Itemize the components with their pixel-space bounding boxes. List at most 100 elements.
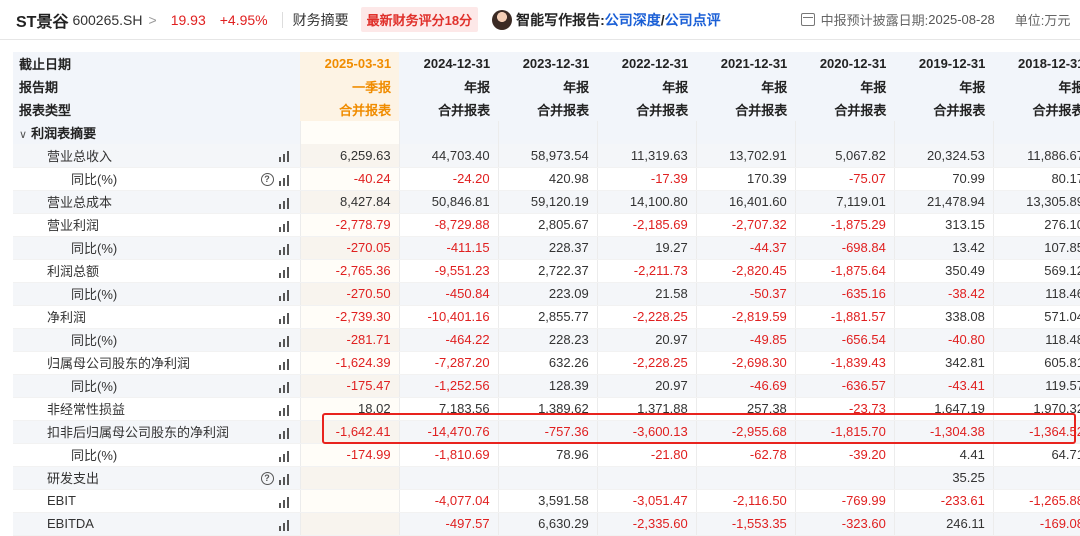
stock-name[interactable]: ST景谷 [16, 8, 68, 32]
table-row: 扣非后归属母公司股东的净利润 -1,642.41 -14,470.76 -757.36… [13, 420, 1080, 444]
table-row: 净利润 -2,739.30 -10,401.16 2,855.77 -2,228.25-… [13, 305, 1080, 329]
chevron-down-icon[interactable]: ∨ [19, 128, 27, 141]
value-cell: -40.24 [300, 167, 400, 191]
row-label: 利润总额 [47, 264, 100, 279]
tab-financial-summary[interactable]: 财务摘要 [293, 10, 349, 30]
value-cell: 276.10 [993, 213, 1080, 237]
chevron-right-icon[interactable]: > [149, 12, 157, 28]
table-row: 利润总额 -2,765.36 -9,551.23 2,722.37 -2,211.73-… [13, 259, 1080, 283]
stock-price: 19.93 [170, 11, 206, 28]
row-label: 营业总成本 [47, 195, 113, 210]
financial-score-badge[interactable]: 最新财务评分18分 [360, 7, 479, 32]
disclosure-date: 2025-08-28 [928, 12, 995, 27]
value-cell: 14,100.80 [597, 190, 697, 214]
table-row: 同比(%)? -40.24 -24.20 420.98 -17.39 170.39 -75.… [13, 167, 1080, 191]
value-cell: 605.81 [993, 351, 1080, 375]
value-cell: -2,211.73 [597, 259, 697, 283]
value-cell: -3,600.13 [597, 420, 697, 444]
bar-chart-icon[interactable] [278, 473, 291, 485]
bar-chart-icon[interactable] [278, 450, 291, 462]
value-cell: 313.15 [894, 213, 994, 237]
value-cell: 7,183.56 [399, 397, 499, 421]
bar-chart-icon[interactable] [278, 358, 291, 370]
bar-chart-icon[interactable] [278, 335, 291, 347]
bar-chart-icon[interactable] [278, 312, 291, 324]
bar-chart-icon[interactable] [278, 174, 291, 186]
calendar-icon [800, 13, 815, 26]
bar-chart-icon[interactable] [278, 243, 291, 255]
value-cell: 350.49 [894, 259, 994, 283]
value-cell: -21.80 [597, 443, 697, 467]
value-cell: 6,630.29 [498, 512, 598, 536]
value-cell: 16,401.60 [696, 190, 796, 214]
value-cell: -1,304.38 [894, 420, 994, 444]
table-row: 营业总收入 6,259.63 44,703.40 58,973.54 11,319.63… [13, 144, 1080, 168]
value-cell: -49.85 [696, 328, 796, 352]
bar-chart-icon[interactable] [278, 496, 291, 508]
table-row: EBIT -4,077.04 3,591.58 -3,051.47 -2,116.50-… [13, 489, 1080, 513]
value-cell: -635.16 [795, 282, 895, 306]
bar-chart-icon[interactable] [278, 289, 291, 301]
bar-chart-icon[interactable] [278, 381, 291, 393]
row-label-cell: 营业利润 [13, 213, 301, 237]
disclosure-date-label: 中报预计披露日期: [820, 13, 929, 28]
row-label: 同比(%) [71, 241, 118, 256]
row-label-cell: 同比(%) [13, 328, 301, 352]
table-row: 同比(%) -270.05 -411.15 228.37 19.27 -44.37 -698… [13, 236, 1080, 260]
row-label: 同比(%) [71, 379, 118, 394]
value-cell: 1,389.62 [498, 397, 598, 421]
bar-chart-icon[interactable] [278, 519, 291, 531]
value-cell: -656.54 [795, 328, 895, 352]
value-cell: -464.22 [399, 328, 499, 352]
row-label-cell: 研发支出? [13, 466, 301, 490]
section-empty-cell [696, 121, 796, 144]
section-empty-cell [300, 121, 400, 144]
section-label-cell[interactable]: ∨ 利润表摘要 [13, 121, 301, 144]
value-cell: -1,252.56 [399, 374, 499, 398]
header-cell: 合并报表 [894, 98, 994, 121]
link-company-review[interactable]: 公司点评 [665, 10, 721, 30]
bar-chart-icon[interactable] [278, 266, 291, 278]
row-label: 扣非后归属母公司股东的净利润 [47, 425, 230, 440]
value-cell: 35.25 [894, 466, 994, 490]
row-label: 营业利润 [47, 218, 100, 233]
value-cell: -1,265.88 [993, 489, 1080, 513]
bar-chart-icon[interactable] [278, 151, 291, 162]
value-cell: 5,067.82 [795, 144, 895, 168]
value-cell: -2,955.68 [696, 420, 796, 444]
header-cell: 2019-12-31 [894, 52, 994, 75]
help-icon[interactable]: ? [260, 172, 274, 186]
value-cell: 1,970.32 [993, 397, 1080, 421]
section-label: 利润表摘要 [31, 126, 97, 141]
value-cell: -44.37 [696, 236, 796, 260]
link-company-depth[interactable]: 公司深度 [605, 10, 661, 30]
row-label-cell: 利润总额 [13, 259, 301, 283]
price-change-pct: +4.95% [219, 11, 268, 28]
value-cell: -2,778.79 [300, 213, 400, 237]
value-cell [300, 489, 400, 513]
header-row: 截止日期 2025-03-31 2024-12-31 2023-12-31 2022-1… [13, 52, 1080, 75]
value-cell: -62.78 [696, 443, 796, 467]
section-row[interactable]: ∨ 利润表摘要 [13, 121, 1080, 144]
value-cell: 1,647.19 [894, 397, 994, 421]
bar-chart-icon[interactable] [278, 220, 291, 232]
value-cell: 228.23 [498, 328, 598, 352]
value-cell: 6,259.63 [300, 144, 400, 168]
value-cell [498, 466, 598, 490]
value-cell: -23.73 [795, 397, 895, 421]
help-icon[interactable]: ? [260, 471, 274, 485]
value-cell: -1,642.41 [300, 420, 400, 444]
value-cell: -411.15 [399, 236, 499, 260]
bar-chart-icon[interactable] [278, 197, 291, 209]
header-cell: 合并报表 [597, 98, 697, 121]
unit-label: 单位:万元 [1014, 13, 1071, 28]
header-cell: 2022-12-31 [597, 52, 697, 75]
bar-chart-icon[interactable] [278, 427, 291, 439]
value-cell: -1,839.43 [795, 351, 895, 375]
bar-chart-icon[interactable] [278, 404, 291, 416]
section-empty-cell [894, 121, 994, 144]
value-cell: 2,805.67 [498, 213, 598, 237]
value-cell: -9,551.23 [399, 259, 499, 283]
header-cell: 年报 [498, 75, 598, 98]
value-cell: 246.11 [894, 512, 994, 536]
